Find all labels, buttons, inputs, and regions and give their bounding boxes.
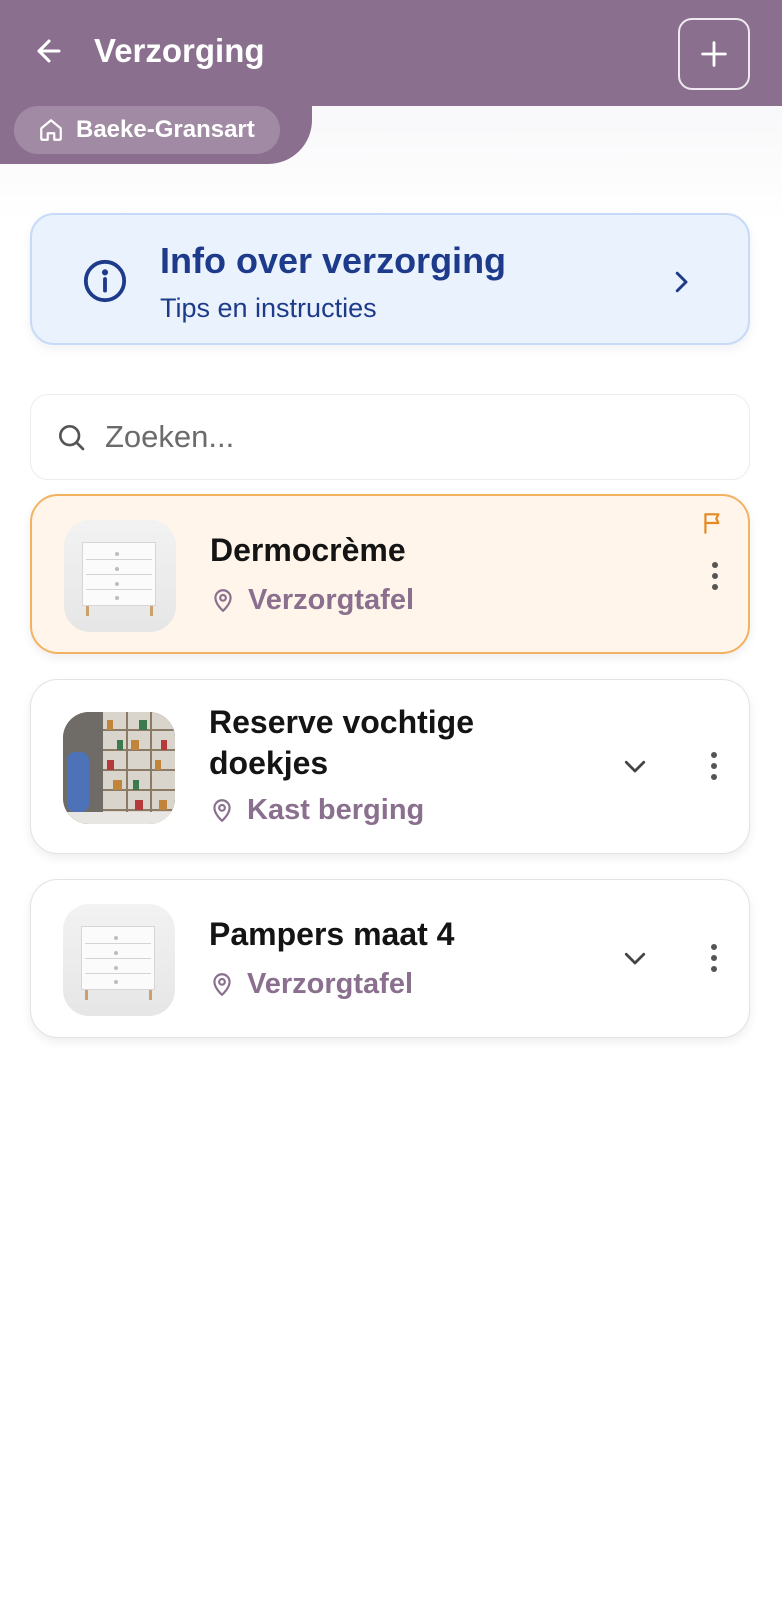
more-vertical-icon [711, 752, 717, 780]
item-image [63, 904, 175, 1016]
search-icon [59, 425, 85, 451]
chevron-down-icon [624, 952, 646, 965]
arrow-left-icon [37, 39, 61, 63]
household-name: Baeke-Gransart [76, 116, 255, 143]
plus-icon [701, 41, 727, 67]
expand-button[interactable] [615, 938, 655, 978]
item-name: Reserve vochtige doekjes [209, 704, 475, 781]
item-name: Dermocrème [210, 532, 406, 568]
household-chip[interactable]: Baeke-Gransart [14, 106, 280, 154]
more-options-button[interactable] [699, 744, 729, 788]
item-location: Verzorgtafel [209, 966, 413, 1002]
item-location-label: Verzorgtafel [248, 584, 414, 616]
map-pin-icon [214, 589, 232, 612]
more-vertical-icon [711, 944, 717, 972]
map-pin-icon [213, 799, 231, 822]
search-input[interactable] [105, 419, 705, 455]
item-location-label: Kast berging [247, 794, 425, 826]
more-options-button[interactable] [699, 936, 729, 980]
item-image [63, 712, 175, 824]
map-pin-icon [213, 973, 231, 996]
more-vertical-icon [712, 562, 718, 590]
expand-button[interactable] [615, 746, 655, 786]
list-item[interactable]: Reserve vochtige doekjes Kast berging [30, 679, 750, 854]
item-location-label: Verzorgtafel [247, 968, 413, 1000]
item-name: Pampers maat 4 [209, 916, 455, 952]
info-icon [83, 259, 127, 303]
search-bar[interactable] [30, 394, 750, 480]
home-icon [40, 119, 62, 141]
flag-icon [704, 513, 720, 534]
back-button[interactable] [28, 30, 70, 72]
info-card-subtitle: Tips en instructies [160, 293, 377, 323]
chevron-right-icon [675, 271, 688, 293]
info-card-title: Info over verzorging [160, 240, 507, 281]
page-title: Verzorging [94, 32, 265, 69]
item-location: Verzorgtafel [210, 582, 414, 618]
chevron-down-icon [624, 760, 646, 773]
item-location: Kast berging [209, 792, 424, 828]
list-item[interactable]: Dermocrème Verzorgtafel [30, 494, 750, 654]
item-image [64, 520, 176, 632]
add-item-button[interactable] [678, 18, 750, 90]
list-item[interactable]: Pampers maat 4 Verzorgtafel [30, 879, 750, 1038]
more-options-button[interactable] [700, 554, 730, 598]
info-card[interactable]: Info over verzorging Tips en instructies [30, 213, 750, 345]
